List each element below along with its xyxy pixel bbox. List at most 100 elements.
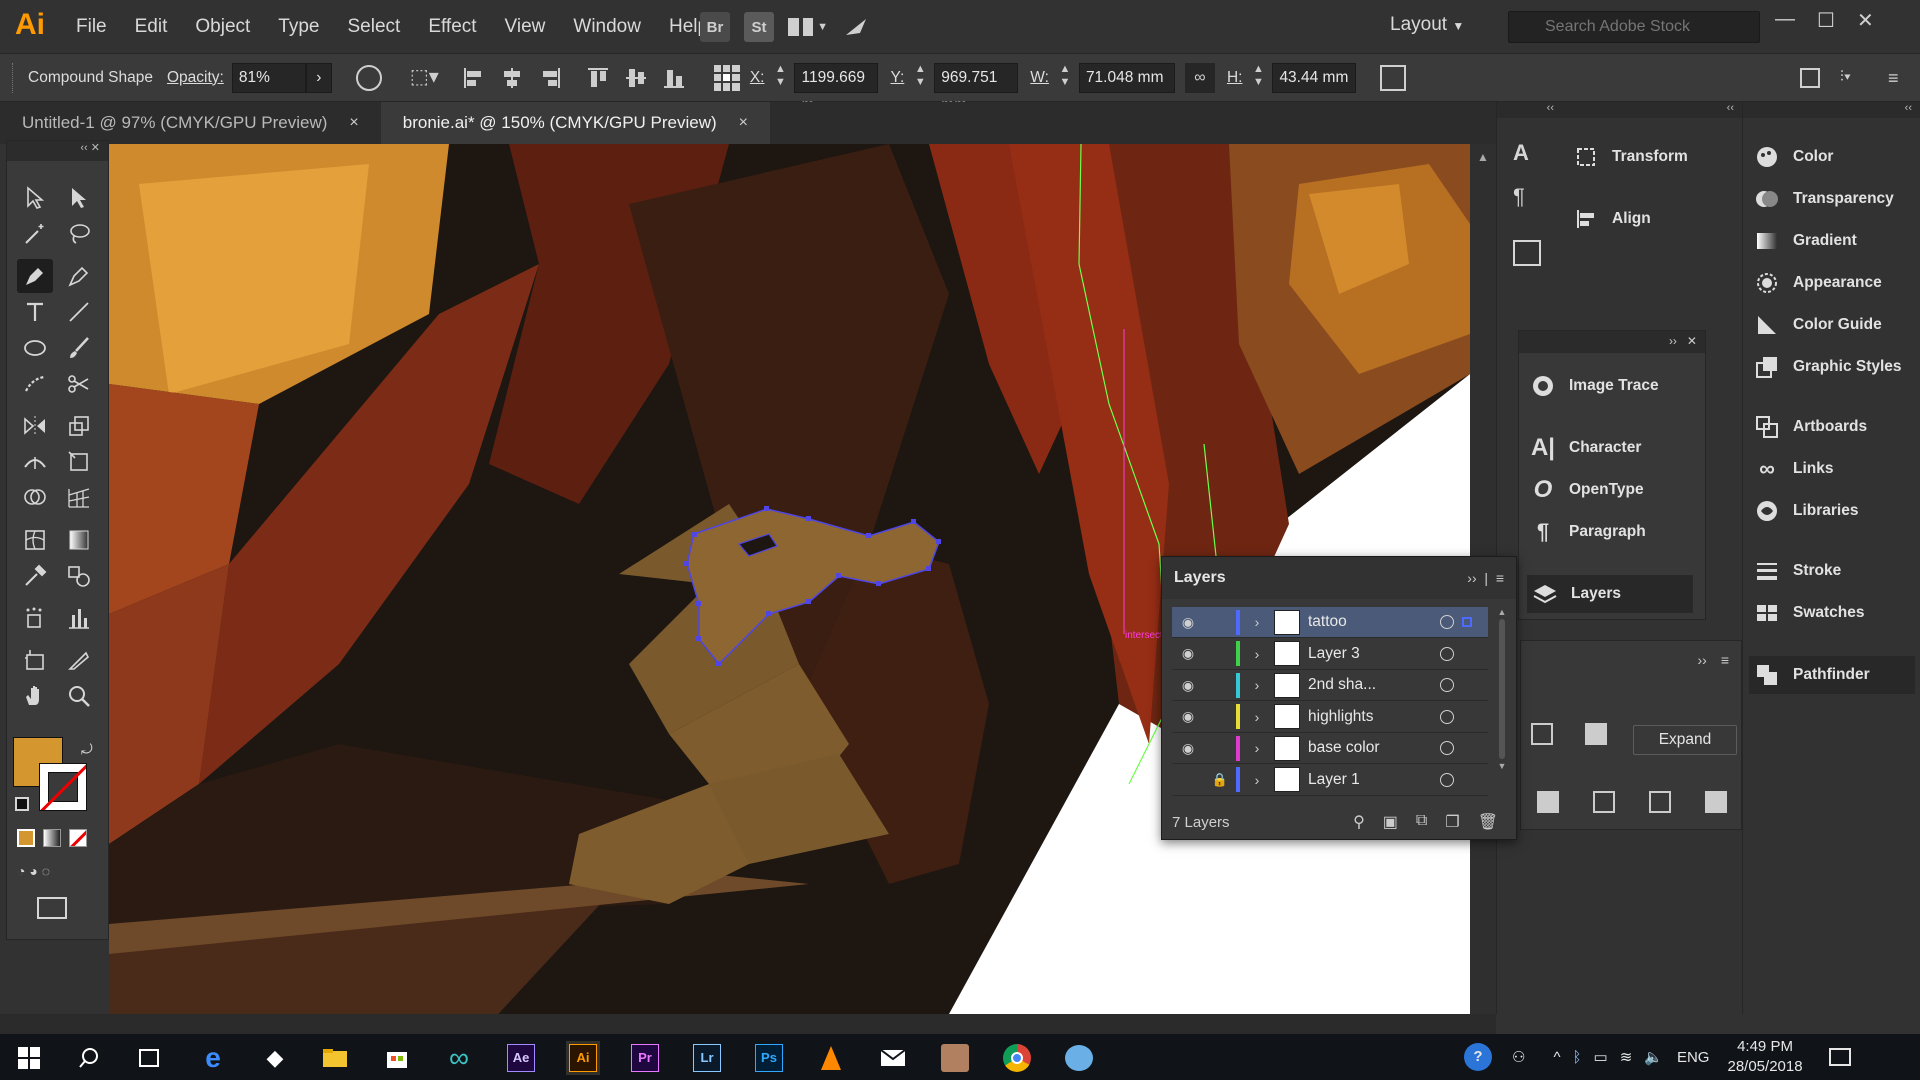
dropbox-icon[interactable]: ◆	[258, 1041, 292, 1075]
crop-icon[interactable]	[1705, 791, 1727, 813]
menu-window[interactable]: Window	[573, 16, 641, 38]
reflect-tool-icon[interactable]	[17, 409, 53, 443]
default-fill-stroke-icon[interactable]	[15, 797, 29, 811]
layer-row[interactable]: ◉ › 2nd sha...	[1172, 670, 1488, 701]
panel-artboards[interactable]: Artboards	[1753, 408, 1867, 446]
help-icon[interactable]: ?	[1464, 1043, 1492, 1071]
lightroom-icon[interactable]: Lr	[690, 1041, 724, 1075]
menu-edit[interactable]: Edit	[135, 16, 168, 38]
illustrator-taskbar-icon[interactable]: Ai	[566, 1041, 600, 1075]
direct-selection-tool-icon[interactable]	[61, 181, 97, 215]
file-explorer-icon[interactable]	[318, 1041, 352, 1075]
panel-transparency[interactable]: Transparency	[1753, 180, 1894, 218]
menu-object[interactable]: Object	[195, 16, 250, 38]
layer-name[interactable]: 2nd sha...	[1308, 676, 1440, 694]
mail-icon[interactable]	[876, 1041, 910, 1075]
target-circle-icon[interactable]	[1440, 615, 1454, 629]
expand-chevron-icon[interactable]: ›	[1246, 740, 1268, 756]
menu-effect[interactable]: Effect	[428, 16, 476, 38]
visibility-eye-icon[interactable]: ◉	[1172, 740, 1204, 757]
perspective-grid-tool-icon[interactable]	[61, 481, 97, 515]
selection-indicator[interactable]	[1462, 617, 1472, 627]
new-layer-icon[interactable]: ❐	[1445, 812, 1459, 832]
infinity-app-icon[interactable]: ∞	[442, 1041, 476, 1075]
y-field[interactable]: 969.751 mm	[934, 62, 1019, 114]
target-circle-icon[interactable]	[1440, 678, 1454, 692]
trim-icon[interactable]	[1593, 791, 1615, 813]
h-field[interactable]: 43.44 mm	[1272, 62, 1357, 93]
export-icon[interactable]	[1513, 240, 1541, 266]
target-circle-icon[interactable]	[1440, 772, 1454, 787]
panel-stroke[interactable]: Stroke	[1753, 552, 1841, 590]
panel-align[interactable]: Align	[1572, 200, 1651, 238]
stroke-swatch[interactable]	[39, 763, 87, 811]
show-hidden-icons[interactable]: ^	[1553, 1049, 1560, 1066]
visibility-eye-icon[interactable]: ◉	[1172, 614, 1204, 631]
free-transform-tool-icon[interactable]	[61, 445, 97, 479]
photo-app-icon[interactable]	[938, 1041, 972, 1075]
panel-swatches[interactable]: Swatches	[1753, 594, 1865, 632]
windows-start-icon[interactable]	[12, 1041, 46, 1075]
expand-chevron-icon[interactable]: ›	[1246, 677, 1268, 693]
scissors-tool-icon[interactable]	[61, 367, 97, 401]
delete-layer-icon[interactable]: 🗑	[1478, 812, 1498, 832]
locate-object-icon[interactable]: ⚲	[1353, 812, 1365, 832]
photoshop-icon[interactable]: Ps	[752, 1041, 786, 1075]
none-mode-icon[interactable]	[69, 829, 87, 847]
visibility-eye-icon[interactable]: ◉	[1172, 645, 1204, 662]
bridge-icon[interactable]: Br	[700, 12, 730, 42]
language-indicator[interactable]: ENG	[1677, 1049, 1710, 1066]
layer-name[interactable]: Layer 1	[1308, 771, 1440, 789]
layer-name[interactable]: highlights	[1308, 708, 1440, 726]
layer-name[interactable]: tattoo	[1308, 613, 1440, 631]
transform-shape-icon[interactable]: ⬚▾	[410, 66, 440, 90]
width-tool-icon[interactable]	[17, 445, 53, 479]
panel-opentype[interactable]: O OpenType	[1529, 471, 1644, 509]
store-icon[interactable]	[380, 1041, 414, 1075]
volume-icon[interactable]: 🔈	[1644, 1048, 1663, 1066]
opacity-label[interactable]: Opacity:	[167, 69, 224, 87]
panel-color[interactable]: Color	[1753, 138, 1833, 176]
artboard-tool-icon[interactable]	[17, 643, 53, 677]
curvature-tool-icon[interactable]	[61, 259, 97, 293]
panel-links[interactable]: ∞ Links	[1753, 450, 1833, 488]
x-stepper[interactable]: ▲ ▼	[770, 63, 790, 93]
layers-scrollbar[interactable]: ▲ ▼	[1496, 607, 1508, 791]
w-field[interactable]: 71.048 mm	[1078, 62, 1175, 93]
gradient-tool-icon[interactable]	[61, 523, 97, 557]
close-window-icon[interactable]: ✕	[1857, 8, 1874, 33]
paint-app-icon[interactable]	[1062, 1041, 1096, 1075]
panel-paragraph[interactable]: ¶ Paragraph	[1529, 513, 1646, 551]
divide-icon[interactable]	[1537, 791, 1559, 813]
layer-row[interactable]: ◉ › highlights	[1172, 702, 1488, 733]
reference-point-icon[interactable]	[713, 64, 740, 91]
panel-image-trace[interactable]: Image Trace	[1529, 367, 1659, 405]
collapse-icon[interactable]: ‹‹	[1497, 102, 1562, 118]
selection-tool-icon[interactable]	[17, 181, 53, 215]
expand-button[interactable]: Expand	[1633, 725, 1737, 755]
make-clipping-mask-icon[interactable]: ▣	[1383, 812, 1398, 832]
stock-icon[interactable]: St	[744, 12, 774, 42]
close-tab-icon[interactable]: ×	[739, 114, 748, 132]
constrain-proportions-icon[interactable]: ∞	[1184, 62, 1215, 93]
menu-select[interactable]: Select	[348, 16, 401, 38]
maximize-icon[interactable]: ☐	[1817, 8, 1835, 33]
panel-pathfinder[interactable]: Pathfinder	[1749, 656, 1915, 694]
target-circle-icon[interactable]	[1440, 709, 1454, 724]
align-center-v-icon[interactable]	[624, 66, 648, 90]
magic-wand-tool-icon[interactable]	[17, 217, 53, 251]
swap-fill-stroke-icon[interactable]: ⤾	[81, 741, 93, 758]
panel-appearance[interactable]: Appearance	[1753, 264, 1882, 302]
minimize-icon[interactable]: —	[1775, 8, 1795, 33]
scale-tool-icon[interactable]	[61, 409, 97, 443]
character-styles-icon[interactable]: A	[1513, 140, 1543, 170]
collapse-panel-icon[interactable]: ››	[1698, 652, 1707, 668]
tab-bronie[interactable]: bronie.ai* @ 150% (CMYK/GPU Preview) ×	[380, 102, 771, 144]
merge-icon[interactable]	[1649, 791, 1671, 813]
panel-graphic-styles[interactable]: Graphic Styles	[1753, 348, 1902, 386]
clock[interactable]: 4:49 PM 28/05/2018	[1727, 1037, 1802, 1077]
target-circle-icon[interactable]	[1440, 646, 1454, 661]
wifi-icon[interactable]: ≋	[1620, 1048, 1633, 1066]
gpu-performance-icon[interactable]	[842, 13, 870, 41]
gradient-mode-icon[interactable]	[43, 829, 61, 847]
